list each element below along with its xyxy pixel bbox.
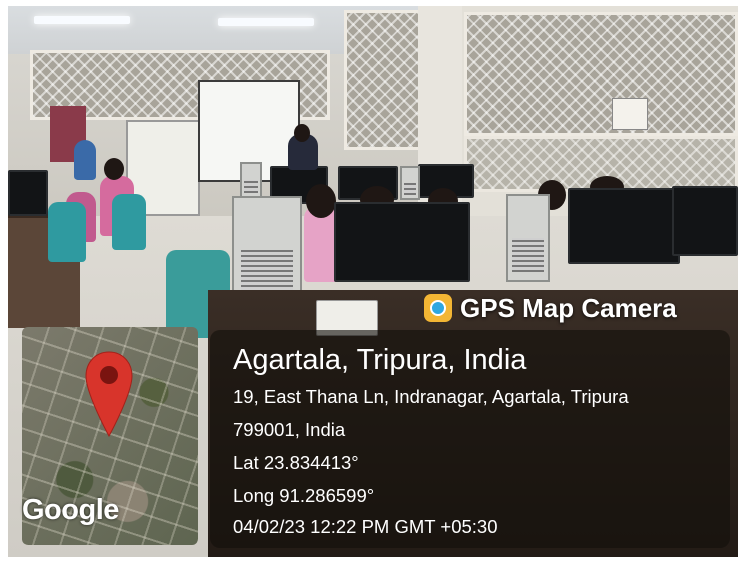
head [104,158,124,180]
monitor [672,186,738,256]
cpu-tower [232,196,302,304]
map-label: Google [22,494,119,526]
ceiling-light [34,16,130,24]
monitor [8,170,48,216]
datetime: 04/02/23 12:22 PM GMT +05:30 [233,516,498,537]
cpu-tower [400,166,420,200]
window-grille [344,10,426,150]
head [294,124,310,142]
head [306,184,336,218]
app-name: GPS Map Camera [460,292,677,323]
app-badge: GPS Map Camera [424,288,677,328]
camera-icon [424,294,452,322]
longitude: Long 91.286599° [233,485,375,506]
address-line2: 799001, India [233,419,346,440]
wall-sign [612,98,648,130]
map-pin-icon [85,351,133,438]
monitor [334,202,470,282]
window-grille [464,12,738,136]
ceiling-light [218,18,314,26]
chair [112,194,146,250]
monitor [568,188,680,264]
latitude: Lat 23.834413° [233,452,359,473]
student [74,140,96,180]
location-title: Agartala, Tripura, India [233,344,527,376]
chair [48,202,86,262]
cpu-tower [506,194,550,282]
address-line1: 19, East Thana Ln, Indranagar, Agartala,… [233,386,629,407]
cpu-tower [240,162,262,198]
